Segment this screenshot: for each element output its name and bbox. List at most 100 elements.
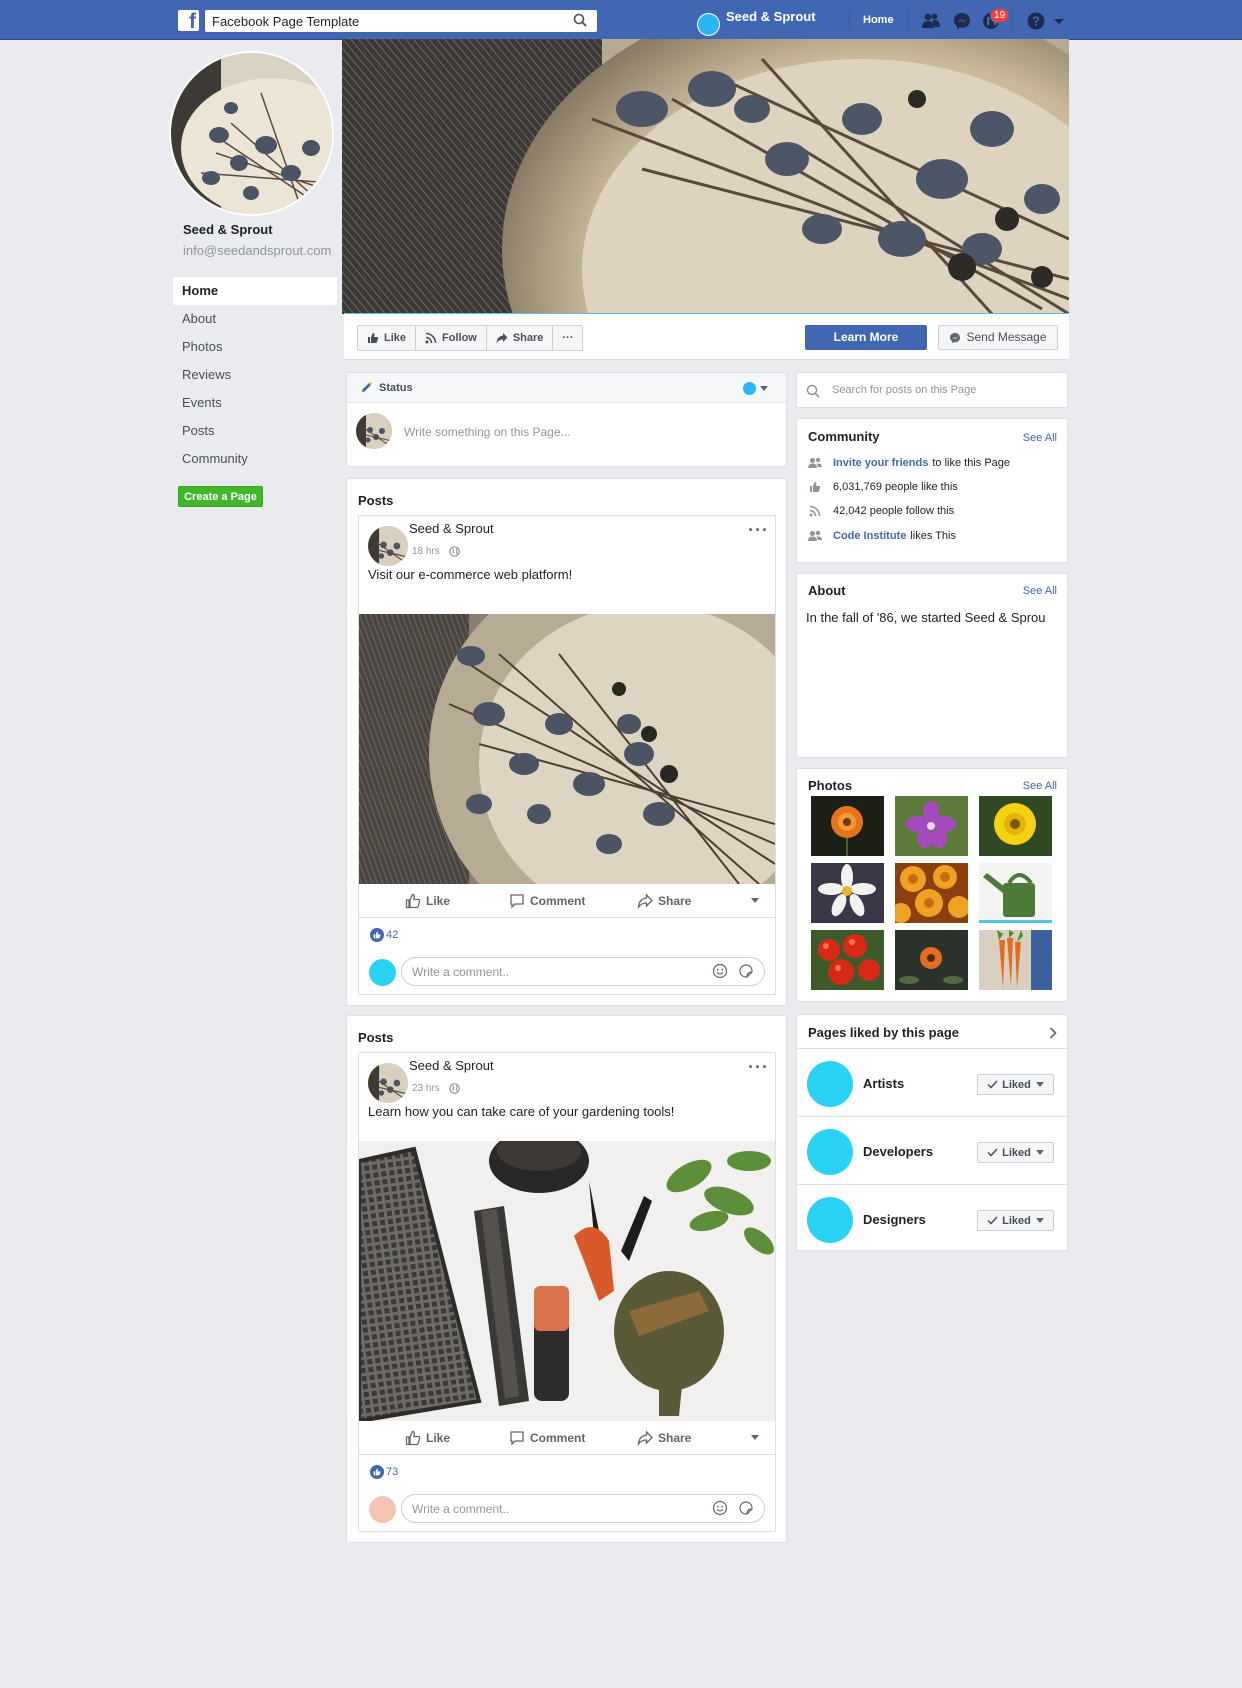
status-composer: Status Write something on this Page... xyxy=(346,372,787,467)
liked-toggle-button[interactable]: Liked xyxy=(977,1210,1054,1231)
post-author-name[interactable]: Seed & Sprout xyxy=(409,521,494,536)
purple-geranium-image xyxy=(895,796,968,856)
liked-toggle-button[interactable]: Liked xyxy=(977,1074,1054,1095)
post-timestamp[interactable]: 18 hrs xyxy=(412,546,460,557)
sidebar-item-photos[interactable]: Photos xyxy=(173,333,337,361)
share-arrow-icon xyxy=(496,333,508,343)
chevron-right-icon[interactable] xyxy=(1049,1027,1057,1039)
community-title: Community xyxy=(808,429,880,444)
top-profile-name: Seed & Sprout xyxy=(726,8,816,24)
post-reactions[interactable]: 73 xyxy=(370,1465,398,1479)
post-card: Seed & Sprout 23 hrs ··· Learn how you c… xyxy=(358,1052,776,1532)
messenger-icon[interactable] xyxy=(952,11,972,31)
sticker-icon[interactable] xyxy=(738,963,754,979)
post-comment-button[interactable]: Comment xyxy=(509,893,585,909)
page-more-button[interactable]: ··· xyxy=(553,326,582,350)
composer-caret-icon[interactable] xyxy=(760,386,768,391)
friend-requests-icon[interactable] xyxy=(921,11,941,31)
emoji-icon[interactable] xyxy=(712,1500,728,1516)
liked-page-name[interactable]: Artists xyxy=(863,1076,904,1091)
sidebar-item-home[interactable]: Home xyxy=(173,277,337,305)
cover-photo[interactable] xyxy=(342,39,1069,314)
community-likes-row: 6,031,769 people like this xyxy=(808,481,958,493)
page-share-button[interactable]: Share xyxy=(487,326,554,350)
page-profile-picture[interactable] xyxy=(169,51,334,216)
status-input[interactable]: Write something on this Page... xyxy=(404,425,571,439)
photo-thumbnail[interactable] xyxy=(979,796,1052,856)
create-page-button[interactable]: Create a Page xyxy=(178,486,263,507)
page-post-search[interactable]: Search for posts on this Page xyxy=(796,372,1068,408)
home-link[interactable]: Home xyxy=(863,14,894,26)
account-menu-caret-icon[interactable] xyxy=(1053,11,1065,31)
page-follow-button[interactable]: Follow xyxy=(416,326,487,350)
photo-thumbnail[interactable] xyxy=(895,863,968,923)
post-author-avatar[interactable] xyxy=(368,1063,408,1103)
liked-page-avatar[interactable] xyxy=(807,1129,853,1175)
about-see-all-link[interactable]: See All xyxy=(1023,585,1057,597)
page-share-label: Share xyxy=(512,332,544,344)
liker-link[interactable]: Code Institute xyxy=(833,530,906,542)
composer-profile-avatar[interactable] xyxy=(743,382,756,395)
sidebar-page-name[interactable]: Seed & Sprout xyxy=(183,222,273,237)
photo-thumbnail[interactable] xyxy=(895,796,968,856)
thumbs-up-outline-icon xyxy=(405,893,421,908)
search-input[interactable] xyxy=(205,10,565,32)
svg-text:?: ? xyxy=(1032,14,1040,29)
photo-thumbnail[interactable] xyxy=(895,930,968,990)
comment-input[interactable]: Write a comment.. xyxy=(401,1494,765,1523)
liked-toggle-button[interactable]: Liked xyxy=(977,1142,1054,1163)
comment-bubble-icon xyxy=(510,893,524,909)
post-share-button[interactable]: Share xyxy=(637,1429,691,1446)
send-message-button[interactable]: Send Message xyxy=(938,325,1058,350)
post-timestamp[interactable]: 23 hrs xyxy=(412,1083,460,1094)
photo-thumbnail[interactable] xyxy=(811,796,884,856)
sidebar-item-about[interactable]: About xyxy=(173,305,337,333)
poppy-pods-post-image xyxy=(359,614,775,884)
post-share-button[interactable]: Share xyxy=(637,892,691,909)
post-options-icon[interactable]: ··· xyxy=(748,520,769,541)
emoji-icon[interactable] xyxy=(712,963,728,979)
post-author-name[interactable]: Seed & Sprout xyxy=(409,1058,494,1073)
facebook-logo-icon[interactable]: f xyxy=(178,10,199,31)
post-author-avatar[interactable] xyxy=(368,526,408,566)
liked-page-avatar[interactable] xyxy=(807,1197,853,1243)
photos-see-all-link[interactable]: See All xyxy=(1023,780,1057,792)
photo-thumbnail[interactable] xyxy=(979,863,1052,923)
post-like-button[interactable]: Like xyxy=(405,1430,450,1446)
liked-page-row: Designers Liked xyxy=(797,1184,1069,1252)
learn-more-button[interactable]: Learn More xyxy=(805,325,927,350)
divider xyxy=(907,12,908,30)
sidebar-item-events[interactable]: Events xyxy=(173,389,337,417)
post-like-button[interactable]: Like xyxy=(405,893,450,909)
post-comment-label: Comment xyxy=(530,1430,586,1445)
status-tab[interactable]: Status xyxy=(347,373,786,403)
invite-friends-link[interactable]: Invite your friends xyxy=(833,457,928,469)
search-bar[interactable] xyxy=(205,10,597,32)
thumbs-up-outline-icon xyxy=(405,1430,421,1445)
globe-icon xyxy=(448,546,460,557)
search-icon[interactable] xyxy=(573,13,587,27)
post-reactions[interactable]: 42 xyxy=(370,928,398,942)
liked-page-name[interactable]: Developers xyxy=(863,1144,933,1159)
community-see-all-link[interactable]: See All xyxy=(1023,432,1057,444)
sidebar-item-reviews[interactable]: Reviews xyxy=(173,361,337,389)
post-image[interactable] xyxy=(359,1141,775,1421)
liked-page-name[interactable]: Designers xyxy=(863,1212,926,1227)
photo-thumbnail[interactable] xyxy=(979,930,1052,990)
sidebar-item-community[interactable]: Community xyxy=(173,445,337,473)
page-like-button[interactable]: Like xyxy=(358,326,417,350)
top-profile-link[interactable]: Seed & Sprout xyxy=(697,8,816,36)
post-audience-caret-icon[interactable] xyxy=(751,898,759,903)
liked-page-avatar[interactable] xyxy=(807,1061,853,1107)
sticker-icon[interactable] xyxy=(738,1500,754,1516)
help-icon[interactable]: ? xyxy=(1026,11,1046,31)
post-comment-button[interactable]: Comment xyxy=(509,1430,585,1446)
comment-input[interactable]: Write a comment.. xyxy=(401,957,765,986)
post-audience-caret-icon[interactable] xyxy=(751,1435,759,1440)
post-options-icon[interactable]: ··· xyxy=(748,1057,769,1078)
about-title: About xyxy=(808,583,846,598)
sidebar-item-posts[interactable]: Posts xyxy=(173,417,337,445)
photo-thumbnail[interactable] xyxy=(811,863,884,923)
post-image[interactable] xyxy=(359,614,775,884)
photo-thumbnail[interactable] xyxy=(811,930,884,990)
